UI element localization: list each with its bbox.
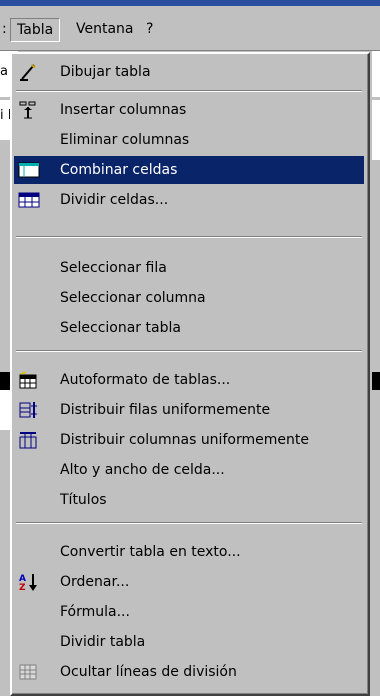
split-cells-icon [18,190,40,210]
menu-bar: : Tabla Ventana ? [0,6,380,51]
menu-item-distribuir-filas[interactable]: Distribuir filas uniformemente [14,396,364,424]
menu-item-formula[interactable]: Fórmula... [14,598,364,626]
menu-ventana[interactable]: Ventana [70,18,140,40]
menu-item-label: Eliminar columnas [60,132,190,148]
menu-item-seleccionar-fila[interactable]: Seleccionar fila [14,254,364,282]
menu-item-label: Autoformato de tablas... [60,372,231,388]
distribute-columns-icon [18,430,38,450]
menu-item-eliminar-columnas[interactable]: Eliminar columnas [14,126,364,154]
menu-item-distribuir-columnas[interactable]: Distribuir columnas uniformemente [14,426,364,454]
table-autoformat-icon [18,370,38,390]
menu-item-label: Dividir tabla [60,634,146,650]
menu-separator [16,236,362,238]
sort-az-icon: AZ [18,572,38,593]
menu-item-seleccionar-tabla[interactable]: Seleccionar tabla [14,314,364,342]
menu-separator [16,350,362,352]
document-area-right [372,100,380,160]
gridlines-icon [18,662,38,682]
menu-item-label: Combinar celdas [60,162,178,178]
menu-item-label: Distribuir columnas uniformemente [60,432,309,448]
menu-item-label: Insertar columnas [60,102,187,118]
menu-separator [16,522,362,524]
menu-item-ordenar[interactable]: AZ Ordenar... [14,568,364,596]
menu-item-label: Dividir celdas... [60,192,169,208]
menu-item-label: Dibujar tabla [60,64,151,80]
menu-tabla[interactable]: Tabla [10,18,61,42]
menu-item-convertir-tabla[interactable]: Convertir tabla en texto... [14,538,364,566]
menu-item-dividir-celdas[interactable]: Dividir celdas... [14,186,364,214]
menu-item-label: Ordenar... [60,574,130,590]
insert-columns-icon [18,100,38,120]
menu-item-label: Alto y ancho de celda... [60,462,225,478]
menu-item-titulos[interactable]: Títulos [14,486,364,514]
menu-item-dividir-tabla[interactable]: Dividir tabla [14,628,364,656]
menu-item-seleccionar-columna[interactable]: Seleccionar columna [14,284,364,312]
tabla-dropdown-menu: Dibujar tabla Insertar columnas Eliminar… [10,52,370,696]
menu-item-alto-ancho[interactable]: Alto y ancho de celda... [14,456,364,484]
menu-item-label: Convertir tabla en texto... [60,544,241,560]
distribute-rows-icon [18,400,38,420]
svg-text:Z: Z [19,583,26,592]
menu-item-label: Distribuir filas uniformemente [60,402,271,418]
menu-item-label: Seleccionar columna [60,290,206,306]
menu-item-autoformato[interactable]: Autoformato de tablas... [14,366,364,394]
menu-item-ocultar-lineas[interactable]: Ocultar líneas de división [14,658,364,686]
menu-item-label: Seleccionar tabla [60,320,181,336]
document-area-right [372,51,380,97]
document-bar-right [372,372,380,390]
pencil-icon [18,62,38,82]
merge-cells-icon [18,160,40,180]
menu-item-insertar-columnas[interactable]: Insertar columnas [14,96,364,124]
menu-item-label: Ocultar líneas de división [60,664,237,680]
menu-item-label: Títulos [60,492,107,508]
menu-item-combinar-celdas[interactable]: Combinar celdas [14,156,364,184]
menu-item-label: Seleccionar fila [60,260,167,276]
menu-item-dibujar-tabla[interactable]: Dibujar tabla [14,58,364,86]
menu-help[interactable]: ? [140,18,159,40]
document-edge-text: a [0,64,8,79]
menu-separator [16,90,362,92]
menu-item-label: Fórmula... [60,604,130,620]
